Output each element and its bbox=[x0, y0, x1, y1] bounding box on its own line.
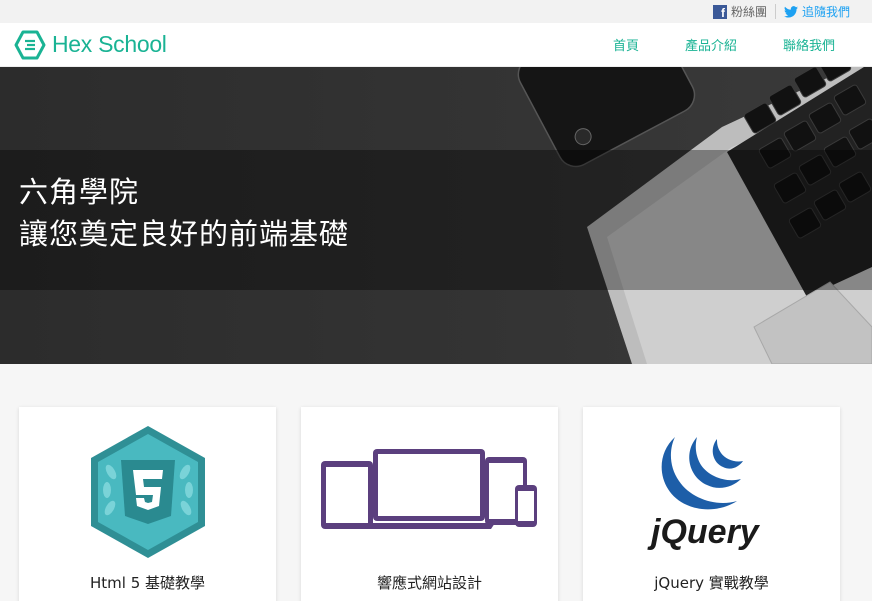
card-image bbox=[19, 417, 276, 567]
facebook-link[interactable]: f 粉絲團 bbox=[705, 3, 775, 20]
site-header: Hex School 首頁 產品介紹 聯絡我們 bbox=[0, 23, 872, 67]
hero-line-1: 六角學院 bbox=[19, 175, 140, 209]
card-title: 響應式網站設計 bbox=[376, 574, 482, 592]
nav-home[interactable]: 首頁 bbox=[590, 35, 662, 54]
hero-line-2: 讓您奠定良好的前端基礎 bbox=[19, 217, 350, 251]
jquery-logo-text: jQuery bbox=[647, 513, 761, 551]
facebook-label: 粉絲團 bbox=[730, 5, 767, 19]
social-topbar: f 粉絲團 追隨我們 bbox=[0, 0, 872, 23]
hero-headline: 六角學院 讓您奠定良好的前端基礎 bbox=[19, 171, 349, 255]
course-card-html5[interactable]: Html 5 基礎教學 bbox=[19, 407, 276, 601]
nav-contact[interactable]: 聯絡我們 bbox=[760, 35, 858, 54]
main-nav: 首頁 產品介紹 聯絡我們 bbox=[590, 35, 858, 54]
course-cards: Html 5 基礎教學 響應式網站設計 jQuery jQuery 實戰教學 bbox=[0, 364, 872, 601]
course-card-rwd[interactable]: 響應式網站設計 bbox=[301, 407, 558, 601]
card-image bbox=[301, 417, 558, 567]
facebook-icon: f bbox=[712, 4, 727, 19]
html5-icon bbox=[90, 426, 205, 558]
logo-text: Hex School bbox=[52, 31, 167, 57]
card-title: jQuery 實戰教學 bbox=[654, 574, 769, 592]
card-title: Html 5 基礎教學 bbox=[89, 574, 206, 592]
responsive-devices-icon bbox=[320, 449, 537, 529]
twitter-icon bbox=[783, 5, 798, 18]
nav-products[interactable]: 產品介紹 bbox=[662, 35, 760, 54]
twitter-label: 追隨我們 bbox=[801, 5, 850, 19]
site-logo[interactable]: Hex School bbox=[14, 30, 167, 60]
course-card-jquery[interactable]: jQuery jQuery 實戰教學 bbox=[583, 407, 840, 601]
twitter-link[interactable]: 追隨我們 bbox=[776, 3, 858, 20]
hero-banner: 六角學院 讓您奠定良好的前端基礎 bbox=[0, 67, 872, 364]
hexagon-logo-icon bbox=[14, 30, 46, 59]
card-image: jQuery bbox=[583, 417, 840, 567]
jquery-logo: jQuery bbox=[647, 437, 761, 551]
